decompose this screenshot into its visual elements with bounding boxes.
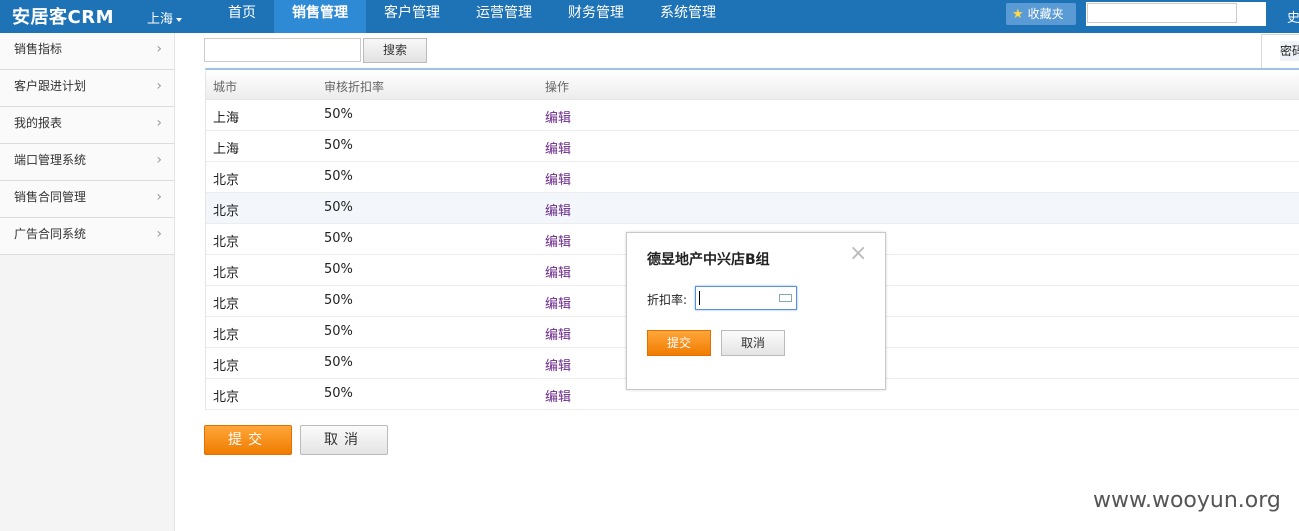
cell-rate: 50%: [324, 262, 353, 277]
sidebar-item-follow-up-plan[interactable]: 客户跟进计划 ›: [0, 70, 174, 107]
search-input[interactable]: [204, 38, 361, 62]
column-header-action: 操作: [545, 80, 570, 94]
chevron-right-icon: ›: [156, 189, 162, 205]
cell-city: 北京: [213, 204, 240, 219]
dialog-title: 德昱地产中兴店B组: [647, 252, 770, 268]
table-header: 城市 审核折扣率 操作: [206, 70, 1299, 100]
sidebar-item-sales-contracts[interactable]: 销售合同管理 ›: [0, 181, 174, 218]
dialog-cancel-button[interactable]: 取消: [721, 330, 785, 356]
keyboard-icon[interactable]: [779, 294, 792, 302]
cell-rate: 50%: [324, 386, 353, 401]
menu-item-password[interactable]: 密码: [1280, 41, 1299, 61]
cell-city: 北京: [213, 390, 240, 405]
app-logo[interactable]: 安居客CRM: [12, 3, 114, 29]
nav-home[interactable]: 首页: [210, 0, 274, 33]
edit-link[interactable]: 编辑: [545, 231, 571, 250]
nav-sales[interactable]: 销售管理: [274, 0, 366, 33]
sidebar-item-label: 广告合同系统: [14, 227, 87, 241]
sidebar-item-label: 端口管理系统: [14, 153, 87, 167]
user-name[interactable]: 史: [1287, 7, 1299, 26]
edit-link[interactable]: 编辑: [545, 107, 571, 126]
nav-operations[interactable]: 运营管理: [458, 0, 550, 33]
cell-rate: 50%: [324, 293, 353, 308]
edit-link[interactable]: 编辑: [545, 293, 571, 312]
chevron-right-icon: ›: [156, 41, 162, 57]
cell-city: 北京: [213, 173, 240, 188]
sidebar-item-ad-contracts[interactable]: 广告合同系统 ›: [0, 218, 174, 255]
sidebar: 销售指标 › 客户跟进计划 › 我的报表 › 端口管理系统 › 销售合同管理 › 广告合同…: [0, 33, 175, 531]
top-search-input[interactable]: [1087, 3, 1237, 23]
edit-link[interactable]: 编辑: [545, 324, 571, 343]
edit-discount-dialog: 德昱地产中兴店B组 × 折扣率: 提交 取消: [626, 232, 886, 390]
discount-rate-label: 折扣率:: [647, 293, 688, 307]
chevron-right-icon: ›: [156, 78, 162, 94]
edit-link[interactable]: 编辑: [545, 355, 571, 374]
text-cursor: [699, 291, 700, 305]
sidebar-item-label: 客户跟进计划: [14, 79, 87, 93]
sidebar-item-label: 销售合同管理: [14, 190, 87, 204]
cell-city: 北京: [213, 328, 240, 343]
sidebar-item-my-reports[interactable]: 我的报表 ›: [0, 107, 174, 144]
table-row: 北京 50% 编辑: [206, 193, 1299, 224]
cancel-button[interactable]: 取消: [300, 425, 388, 455]
sidebar-item-port-management[interactable]: 端口管理系统 ›: [0, 144, 174, 181]
edit-link[interactable]: 编辑: [545, 262, 571, 281]
edit-link[interactable]: 编辑: [545, 386, 571, 405]
column-header-rate: 审核折扣率: [324, 80, 385, 94]
city-selector[interactable]: 上海: [147, 8, 183, 27]
edit-link[interactable]: 编辑: [545, 169, 571, 188]
caret-down-icon: [176, 17, 183, 22]
search-button[interactable]: 搜索: [363, 38, 427, 63]
cell-city: 北京: [213, 359, 240, 374]
chevron-right-icon: ›: [156, 226, 162, 242]
discount-rate-input[interactable]: [695, 286, 797, 310]
sidebar-item-sales-targets[interactable]: 销售指标 ›: [0, 33, 174, 70]
search-row: 搜索: [204, 38, 427, 63]
city-label: 上海: [147, 12, 174, 27]
cell-rate: 50%: [324, 200, 353, 215]
table-row: 北京 50% 编辑: [206, 162, 1299, 193]
nav-finance[interactable]: 财务管理: [550, 0, 642, 33]
cell-rate: 50%: [324, 355, 353, 370]
cell-city: 上海: [213, 142, 240, 157]
edit-link[interactable]: 编辑: [545, 138, 571, 157]
chevron-right-icon: ›: [156, 152, 162, 168]
cell-rate: 50%: [324, 231, 353, 246]
table-row: 上海 50% 编辑: [206, 100, 1299, 131]
nav-customers[interactable]: 客户管理: [366, 0, 458, 33]
cell-city: 上海: [213, 111, 240, 126]
cell-rate: 50%: [324, 138, 353, 153]
cell-city: 北京: [213, 235, 240, 250]
chevron-right-icon: ›: [156, 115, 162, 131]
favorites-label: 收藏夹: [1027, 7, 1064, 21]
submit-button[interactable]: 提交: [204, 425, 292, 455]
cell-rate: 50%: [324, 107, 353, 122]
table-row: 上海 50% 编辑: [206, 131, 1299, 162]
sidebar-item-label: 销售指标: [14, 42, 63, 56]
edit-link[interactable]: 编辑: [545, 200, 571, 219]
top-nav-bar: 安居客CRM 上海 首页 销售管理 客户管理 运营管理 财务管理 系统管理 ★ 收…: [0, 0, 1299, 33]
top-search-box: [1086, 2, 1266, 26]
star-icon: ★: [1012, 7, 1024, 22]
cell-rate: 50%: [324, 169, 353, 184]
sidebar-item-label: 我的报表: [14, 116, 63, 130]
main-nav: 首页 销售管理 客户管理 运营管理 财务管理 系统管理: [210, 0, 734, 33]
favorites-button[interactable]: ★ 收藏夹: [1006, 3, 1076, 25]
column-header-city: 城市: [213, 80, 238, 94]
dialog-submit-button[interactable]: 提交: [647, 330, 711, 356]
close-icon[interactable]: ×: [849, 243, 867, 265]
watermark: www.wooyun.org: [1093, 488, 1281, 513]
form-actions: 提交 取消: [204, 425, 388, 455]
cell-city: 北京: [213, 266, 240, 281]
nav-system[interactable]: 系统管理: [642, 0, 734, 33]
cell-city: 北京: [213, 297, 240, 312]
cell-rate: 50%: [324, 324, 353, 339]
